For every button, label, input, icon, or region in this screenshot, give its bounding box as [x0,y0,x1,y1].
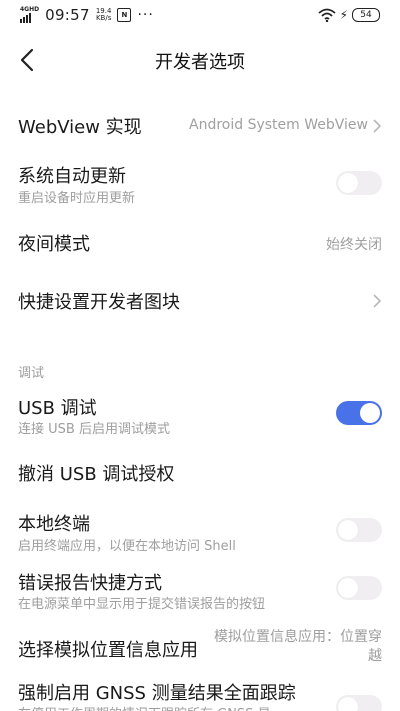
more-notifications-icon: ··· [137,7,154,23]
bug-report-label: 错误报告快捷方式 [18,573,162,594]
gnss-sub: 在停用工作周期的情况下跟踪所有 GNSS 星 [18,703,271,711]
bug-report-sub: 在电源菜单中显示用于提交错误报告的按钮 [18,597,266,612]
webview-value: Android System WebView [189,117,368,133]
title-bar: 开发者选项 [0,36,400,84]
cellular-signal-icon: 4GHD [20,7,39,23]
usb-debugging-row[interactable]: USB 调试 连接 USB 后启用调试模式 [0,390,400,442]
clock: 09:57 [45,6,90,24]
nfc-icon: N [117,8,132,22]
toggle-knob [360,403,380,423]
mock-location-row[interactable]: 选择模拟位置信息应用 模拟位置信息应用：位置穿越 [0,626,400,670]
status-bar: 4GHD 09:57 19.4 KB/s N ··· ⚡ 54 [0,0,400,32]
usb-debugging-sub: 连接 USB 后启用调试模式 [18,422,170,437]
toggle-knob [338,173,358,193]
wifi-icon [317,8,336,22]
local-terminal-sub: 启用终端应用，以便在本地访问 Shell [18,539,236,554]
auto-update-sub: 重启设备时应用更新 [18,191,136,206]
gnss-row[interactable]: 强制启用 GNSS 测量结果全面跟踪 在停用工作周期的情况下跟踪所有 GNSS … [0,677,400,711]
webview-implementation-row[interactable]: WebView 实现 Android System WebView [0,106,400,146]
bug-report-toggle[interactable] [336,576,382,600]
mock-location-label: 选择模拟位置信息应用 [18,640,198,661]
toggle-knob [338,697,358,711]
auto-update-toggle[interactable] [336,171,382,195]
battery-icon: 54 [352,8,380,22]
local-terminal-row[interactable]: 本地终端 启用终端应用，以便在本地访问 Shell [0,506,400,558]
mock-location-value: 模拟位置信息应用：位置穿越 [214,629,382,664]
webview-label: WebView 实现 [18,117,142,138]
auto-update-row[interactable]: 系统自动更新 重启设备时应用更新 [0,158,400,210]
revoke-usb-row[interactable]: 撤消 USB 调试授权 [0,454,400,494]
revoke-usb-label: 撤消 USB 调试授权 [18,464,175,485]
page-title: 开发者选项 [155,52,245,73]
local-terminal-label: 本地终端 [18,514,90,535]
chevron-right-icon [373,294,382,308]
quick-tiles-row[interactable]: 快捷设置开发者图块 [0,282,400,322]
local-terminal-toggle[interactable] [336,518,382,542]
toggle-knob [338,520,358,540]
gnss-toggle[interactable] [336,695,382,711]
usb-debugging-label: USB 调试 [18,398,97,419]
bug-report-row[interactable]: 错误报告快捷方式 在电源菜单中显示用于提交错误报告的按钮 [0,565,400,617]
night-mode-row[interactable]: 夜间模式 始终关闭 [0,224,400,264]
usb-debugging-toggle[interactable] [336,401,382,425]
gnss-label: 强制启用 GNSS 测量结果全面跟踪 [18,683,296,704]
chevron-right-icon [373,119,382,133]
toggle-knob [338,578,358,598]
debug-section-header: 调试 [18,366,45,381]
auto-update-label: 系统自动更新 [18,166,126,187]
network-speed: 19.4 KB/s [95,7,112,22]
night-mode-value: 始终关闭 [326,237,382,253]
charging-icon: ⚡ [339,8,348,22]
quick-tiles-label: 快捷设置开发者图块 [18,292,180,313]
night-mode-label: 夜间模式 [18,234,90,255]
